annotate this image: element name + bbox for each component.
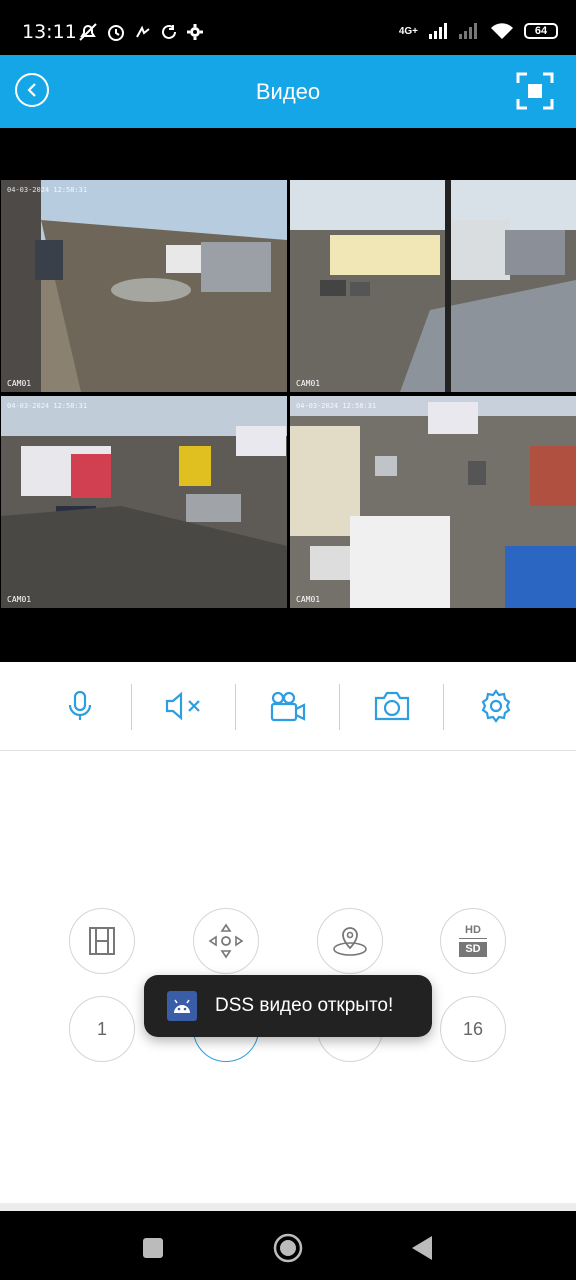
record-button[interactable] <box>236 680 340 732</box>
split-16-button[interactable]: 16 <box>440 996 506 1062</box>
camera-view-4[interactable]: 04-03-2024 12:58:31 CAM01 <box>290 396 576 608</box>
page-title: Видео <box>255 79 321 104</box>
sync-icon <box>162 24 176 39</box>
home-circle-icon <box>273 1233 303 1263</box>
camera-timestamp: 04-03-2024 12:58:31 <box>7 186 88 194</box>
camera-view-1[interactable]: 04-03-2024 12:58:31 CAM01 <box>1 180 287 392</box>
toast-message: DSS видео открыто! <box>215 995 394 1016</box>
status-time: 13:11 <box>22 21 77 43</box>
camera-feed-2 <box>290 180 576 392</box>
ptz-button[interactable] <box>193 908 259 974</box>
film-icon <box>89 927 115 955</box>
camera-label: CAM01 <box>296 379 321 388</box>
speaker-mute-icon <box>165 691 200 721</box>
hd-label: HD <box>459 925 487 939</box>
camera-feed-4 <box>290 396 576 608</box>
settings-gear-icon <box>187 24 203 40</box>
mute-notifications-icon <box>79 23 97 41</box>
battery-icon: 64 <box>524 23 558 39</box>
camera-feed-3 <box>1 396 287 608</box>
camera-timestamp: 04-03-2024 12:58:31 <box>7 402 88 410</box>
camera-timestamp: 04-03-2024 12:58:31 <box>296 402 377 410</box>
system-nav-bar <box>0 1211 576 1280</box>
camera-snapshot-icon <box>374 691 410 721</box>
network-type-label: 4G+ <box>398 25 418 37</box>
signal-off-icon <box>459 23 477 39</box>
wifi-icon <box>491 23 513 39</box>
recents-square-icon <box>143 1238 163 1258</box>
camera-label: CAM01 <box>7 379 32 388</box>
android-icon <box>167 991 197 1021</box>
control-strip <box>0 662 576 751</box>
toast-notification: DSS видео открыто! <box>144 975 432 1037</box>
bottom-divider <box>0 1203 576 1211</box>
fullscreen-button[interactable] <box>516 72 554 110</box>
settings-icon <box>481 689 511 723</box>
split-1-label: 1 <box>96 1018 107 1039</box>
back-nav-button[interactable] <box>407 1233 437 1263</box>
camera-feed-1 <box>1 180 287 392</box>
settings-button[interactable] <box>444 680 548 732</box>
status-bar: 13:11 4G+ 64 <box>0 0 576 55</box>
sd-label: SD <box>459 942 487 957</box>
camera-label: CAM01 <box>7 595 32 604</box>
fullscreen-icon <box>516 72 554 110</box>
top-bar: Видео <box>0 55 576 128</box>
status-icons-right: 4G+ 64 <box>399 22 558 40</box>
video-record-icon <box>270 691 306 722</box>
status-icons-left <box>78 22 204 42</box>
mute-button[interactable] <box>132 680 236 732</box>
hd-sd-icon: HD SD <box>459 925 487 957</box>
recents-button[interactable] <box>138 1233 168 1263</box>
camera-view-2[interactable]: CAM01 <box>290 180 576 392</box>
signal-4g-icon <box>429 23 447 39</box>
snapshot-button[interactable] <box>340 680 444 732</box>
back-triangle-icon <box>412 1236 432 1260</box>
home-button[interactable] <box>273 1233 303 1263</box>
split-16-label: 16 <box>462 1018 484 1039</box>
hd-sd-toggle[interactable]: HD SD <box>440 908 506 974</box>
fisheye-icon <box>333 927 367 956</box>
ptz-direction-icon <box>208 923 244 959</box>
camera-label: CAM01 <box>296 595 321 604</box>
alarm-icon <box>108 25 124 41</box>
split-1-button[interactable]: 1 <box>69 996 135 1062</box>
microphone-icon <box>68 690 92 720</box>
gesture-icon <box>136 25 150 38</box>
playback-button[interactable] <box>69 908 135 974</box>
video-grid: 04-03-2024 12:58:31 CAM01 CAM01 04-03-20… <box>0 128 576 662</box>
fisheye-button[interactable] <box>317 908 383 974</box>
camera-view-3[interactable]: 04-03-2024 12:58:31 CAM01 <box>1 396 287 608</box>
microphone-button[interactable] <box>28 680 132 732</box>
